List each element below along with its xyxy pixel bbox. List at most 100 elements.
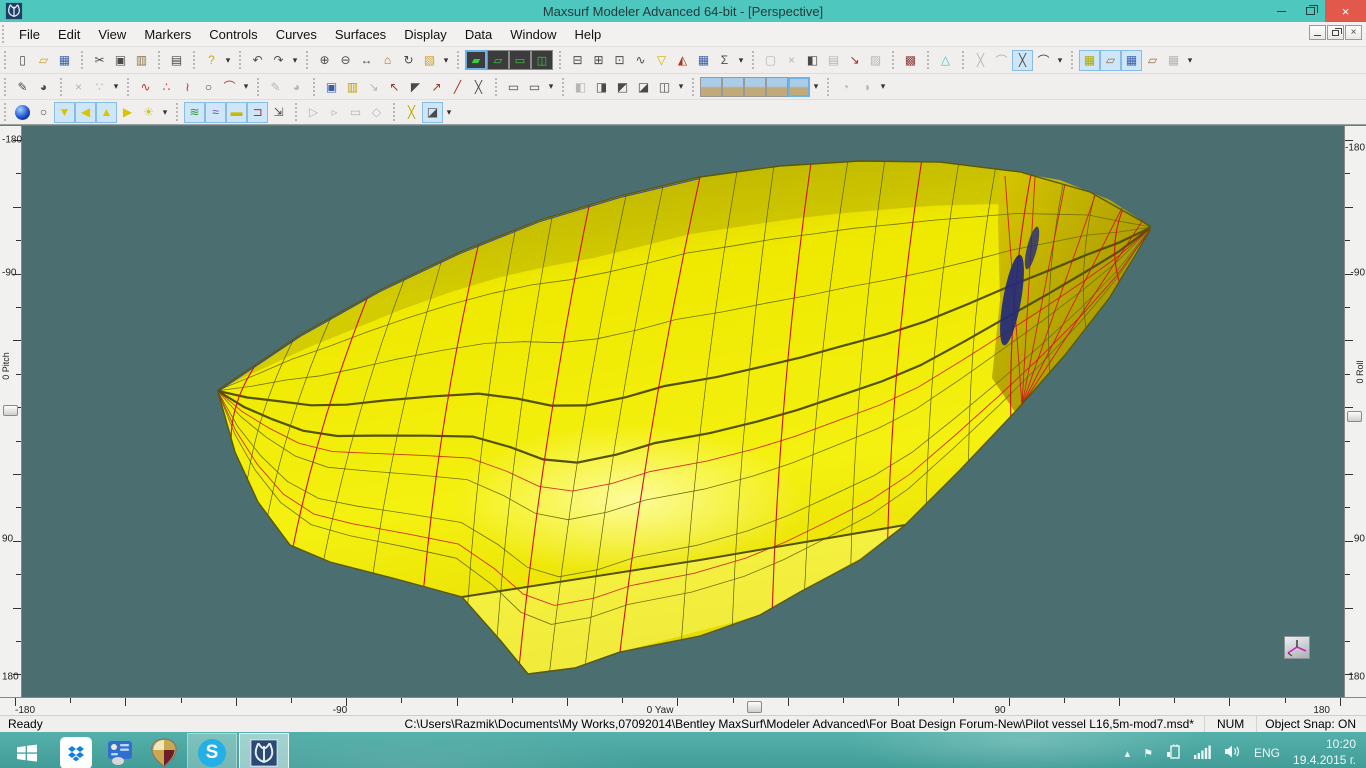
render-textured-button[interactable] xyxy=(766,77,788,97)
delete-marker-button[interactable]: ◕ xyxy=(33,76,54,97)
move-assembly-button[interactable]: ↖ xyxy=(384,76,405,97)
skype-taskbar-button[interactable]: S xyxy=(187,733,237,768)
dropdown-caret[interactable]: ▾ xyxy=(441,55,451,66)
surface-list-button[interactable]: ▧ xyxy=(419,50,440,71)
language-indicator[interactable]: ENG xyxy=(1254,746,1280,760)
view-perspective-button[interactable]: ▰ xyxy=(465,50,487,70)
render-full-button[interactable] xyxy=(788,77,810,97)
align-surfaces-button[interactable]: ◩ xyxy=(612,76,633,97)
toolbar-grip[interactable] xyxy=(562,78,567,96)
offsets-table-button[interactable]: ▦ xyxy=(693,50,714,71)
half-model-button[interactable]: ◪ xyxy=(422,102,443,123)
add-marker-button[interactable]: ✎ xyxy=(12,76,33,97)
print-button[interactable]: ▤ xyxy=(166,50,187,71)
menubar-grip[interactable] xyxy=(2,25,7,43)
toolbar-grip[interactable] xyxy=(692,78,697,96)
restore-button[interactable] xyxy=(1296,0,1325,22)
render-flat-button[interactable] xyxy=(722,77,744,97)
select-corner-button[interactable]: ↘ xyxy=(363,76,384,97)
dropdown-caret[interactable]: ▾ xyxy=(736,55,746,66)
zoom-in-button[interactable]: ⊕ xyxy=(314,50,335,71)
spread-nodes-button[interactable]: ↗ xyxy=(426,76,447,97)
toolbar-grip[interactable] xyxy=(257,78,262,96)
calculations-button[interactable]: Σ xyxy=(714,50,735,71)
pitch-slider[interactable] xyxy=(3,405,18,416)
roll-slider[interactable] xyxy=(1347,411,1362,422)
interpolated-curve-button[interactable]: ≀ xyxy=(177,76,198,97)
trim-surface-button[interactable]: ▩ xyxy=(900,50,921,71)
zero-point-tag-button[interactable]: ▱ xyxy=(1100,50,1121,71)
wireframe-mode-button[interactable]: ○ xyxy=(33,102,54,123)
light-above-button[interactable]: ▲ xyxy=(96,102,117,123)
toolbar-grip[interactable] xyxy=(827,78,832,96)
move-control-point-button[interactable]: ⊞ xyxy=(588,50,609,71)
yaw-slider[interactable] xyxy=(747,701,762,713)
menu-file[interactable]: File xyxy=(10,24,49,45)
toolbar-grip[interactable] xyxy=(239,51,244,69)
toolbar-grip[interactable] xyxy=(295,103,300,121)
grid-button[interactable]: ▦ xyxy=(1121,50,1142,71)
menu-data[interactable]: Data xyxy=(456,24,501,45)
smooth-control-point-button[interactable]: ∿ xyxy=(630,50,651,71)
maxsurf-taskbar-button[interactable] xyxy=(239,733,289,768)
toolbar-grip[interactable] xyxy=(1071,51,1076,69)
copy-button[interactable]: ▣ xyxy=(110,50,131,71)
dropbox-icon[interactable] xyxy=(54,732,98,768)
menu-display[interactable]: Display xyxy=(395,24,456,45)
mdi-restore-button[interactable] xyxy=(1327,25,1344,40)
slice-line-button[interactable]: ╱ xyxy=(447,76,468,97)
spline-curve-button[interactable]: ∿ xyxy=(135,76,156,97)
show-waterlines-button[interactable]: ▬ xyxy=(226,102,247,123)
marker-node-button[interactable]: × xyxy=(68,76,89,97)
cut-button[interactable]: ✂ xyxy=(89,50,110,71)
redo-button[interactable]: ↷ xyxy=(268,50,289,71)
menu-curves[interactable]: Curves xyxy=(267,24,326,45)
shade-corner-button[interactable]: ◤ xyxy=(405,76,426,97)
control-point-curve-button[interactable]: ∴ xyxy=(156,76,177,97)
zoom-out-button[interactable]: ⊖ xyxy=(335,50,356,71)
ungroup-entities-button[interactable]: × xyxy=(781,50,802,71)
show-buttocks-button[interactable]: ⊐ xyxy=(247,102,268,123)
toolbar-grip[interactable] xyxy=(313,78,318,96)
open-file-button[interactable]: ▱ xyxy=(33,50,54,71)
render-gouraud-button[interactable] xyxy=(744,77,766,97)
light-below-button[interactable]: ▼ xyxy=(54,102,75,123)
dropdown-caret[interactable]: ▾ xyxy=(878,81,888,92)
perspective-pan-button[interactable]: ◑ xyxy=(856,76,877,97)
curvature-combs-button[interactable]: ╳ xyxy=(401,102,422,123)
toolbar-grip[interactable] xyxy=(127,78,132,96)
settings-icon[interactable] xyxy=(98,732,142,768)
markers-on-button[interactable]: ╳ xyxy=(1012,50,1033,71)
hull-model[interactable] xyxy=(22,126,1344,692)
paste-surface-button[interactable]: ▥ xyxy=(342,76,363,97)
arc-curve-button[interactable]: ⌒ xyxy=(219,76,240,97)
bring-forward-button[interactable]: ◧ xyxy=(570,76,591,97)
perspective-depth-button[interactable]: ◔ xyxy=(835,76,856,97)
save-file-button[interactable]: ▦ xyxy=(54,50,75,71)
toolbar-grip[interactable] xyxy=(559,51,564,69)
light-right-button[interactable]: ▶ xyxy=(117,102,138,123)
send-backward-button[interactable]: ◨ xyxy=(591,76,612,97)
toolbar-grip[interactable] xyxy=(60,78,65,96)
fit-markers-off-button[interactable]: ⌒ xyxy=(991,50,1012,71)
network-signal-icon[interactable] xyxy=(1194,745,1211,762)
group-entities-button[interactable]: ▢ xyxy=(760,50,781,71)
menu-markers[interactable]: Markers xyxy=(135,24,200,45)
toolbar-grip[interactable] xyxy=(927,51,932,69)
menu-controls[interactable]: Controls xyxy=(200,24,266,45)
show-normals-button[interactable]: ⇲ xyxy=(268,102,289,123)
markers-off-button[interactable]: ╳ xyxy=(970,50,991,71)
dropdown-caret[interactable]: ▾ xyxy=(546,81,556,92)
toolbar-grip[interactable] xyxy=(4,51,9,69)
delete-control-point-button[interactable]: ⊟ xyxy=(567,50,588,71)
close-button[interactable]: × xyxy=(1325,0,1366,22)
help-button[interactable]: ? xyxy=(201,50,222,71)
dropdown-caret[interactable]: ▾ xyxy=(811,81,821,92)
undo-button[interactable]: ↶ xyxy=(247,50,268,71)
toolbar-grip[interactable] xyxy=(176,103,181,121)
dropdown-caret[interactable]: ▾ xyxy=(444,107,454,118)
action-center-flag-icon[interactable]: ⚑ xyxy=(1143,747,1153,760)
fit-markers-button[interactable]: ⌒ xyxy=(1033,50,1054,71)
flip-surfaces-button[interactable]: ◪ xyxy=(633,76,654,97)
surface-direction-button[interactable]: ▷ xyxy=(303,102,324,123)
